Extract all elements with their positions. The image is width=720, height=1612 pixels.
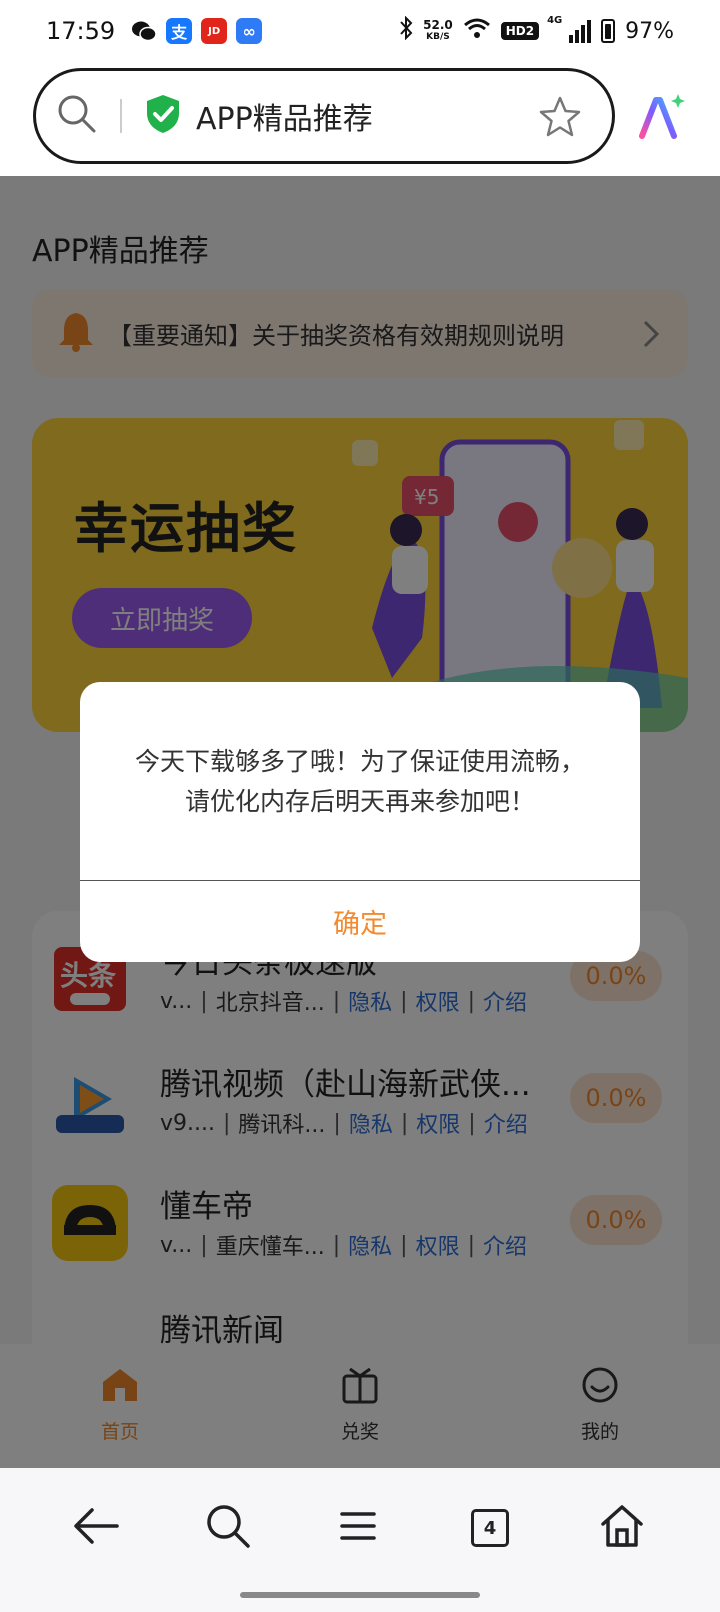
alipay-icon: 支 [166,18,193,44]
shield-icon [144,93,182,139]
bluetooth-icon [399,15,413,46]
address-text[interactable]: APP精品推荐 [196,94,373,138]
gesture-home-indicator[interactable] [240,1592,480,1598]
search-icon[interactable] [56,93,98,139]
battery-percent: 97% [625,18,674,44]
wechat-icon [131,18,157,44]
search-button[interactable] [196,1496,260,1560]
home-button[interactable] [590,1496,654,1560]
signal-icon: 4G [547,15,592,43]
status-bar: 17:59 支 JD ∞ 52.0 KB/S HD2 4G 97% [0,0,720,62]
net-speed-value: 52.0 [423,18,453,32]
battery-icon [601,19,616,43]
confirm-button[interactable]: 确定 [80,881,640,962]
tab-count-badge: 4 [471,1509,509,1547]
browser-bottom-nav: 4 [0,1468,720,1612]
dialog-message-line: 请优化内存后明天再来参加吧！ [184,787,535,816]
menu-button[interactable] [326,1496,390,1560]
net-speed-unit: KB/S [426,32,450,42]
address-separator [120,99,122,133]
infinity-app-icon: ∞ [236,18,263,44]
address-bar[interactable]: APP精品推荐 [33,68,615,164]
search-icon [205,1503,251,1553]
house-icon [599,1504,645,1552]
tabs-button[interactable]: 4 [458,1496,522,1560]
net-speed: 52.0 KB/S [423,19,453,43]
dialog-message: 今天下载够多了哦！为了保证使用流畅， 请优化内存后明天再来参加吧！ [100,742,620,822]
network-type: 4G [547,15,563,26]
ai-assistant-icon[interactable] [638,92,688,144]
arrow-left-icon [72,1506,120,1550]
back-button[interactable] [64,1496,128,1560]
jd-icon: JD [201,18,228,44]
status-time: 17:59 [46,17,116,45]
browser-toolbar: APP精品推荐 [0,62,720,176]
bookmark-star-icon[interactable] [538,95,582,143]
wifi-icon [463,17,491,45]
hd-badge: HD2 [500,22,540,40]
alert-dialog: 今天下载够多了哦！为了保证使用流畅， 请优化内存后明天再来参加吧！ 确定 [80,682,640,962]
menu-icon [340,1511,376,1545]
dialog-message-line: 今天下载够多了哦！为了保证使用流畅， [134,747,585,776]
